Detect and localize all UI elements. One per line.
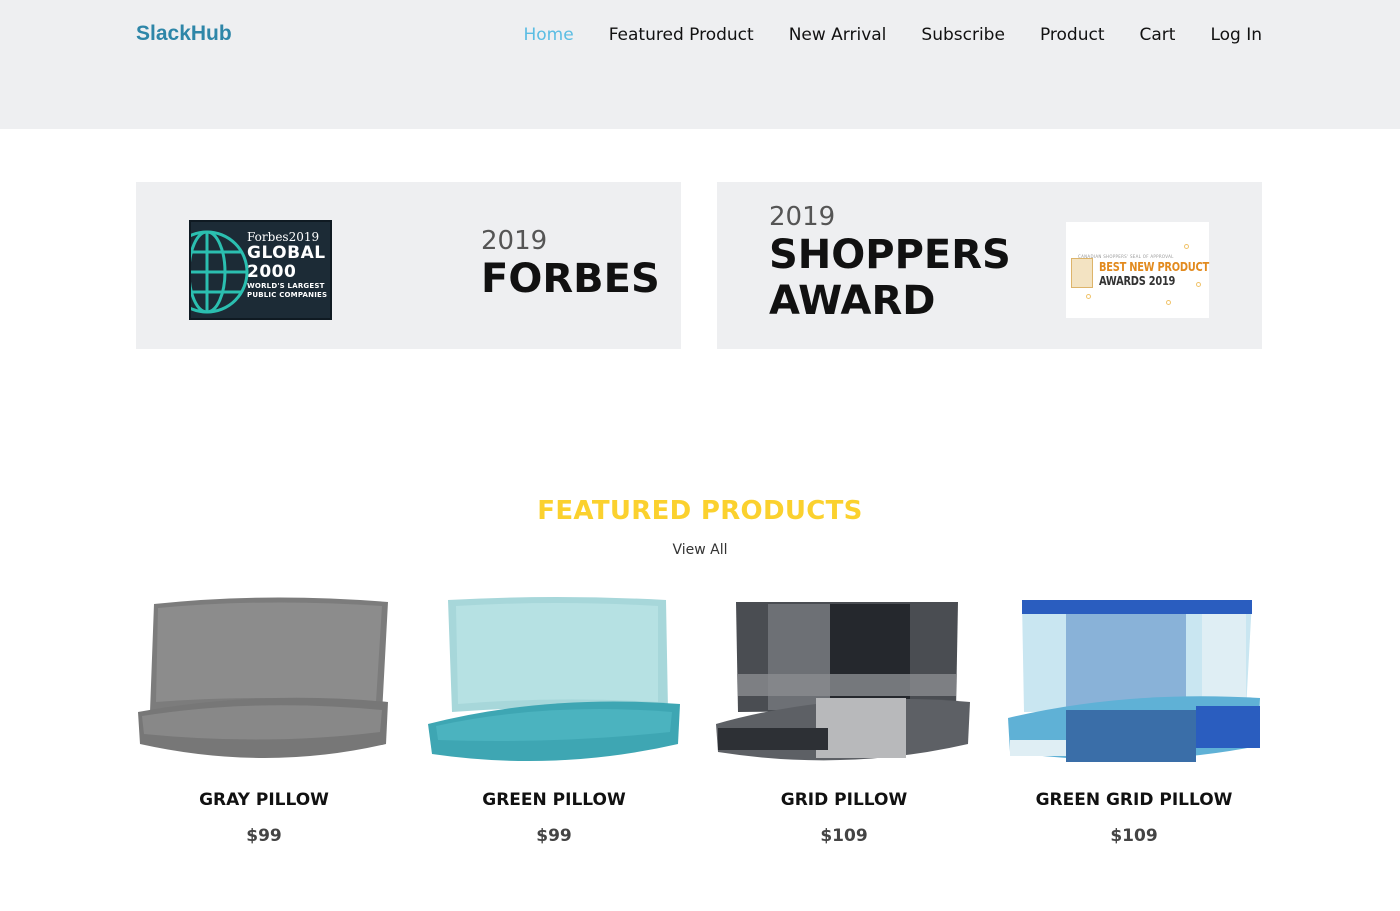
award-title: FORBES <box>481 256 660 302</box>
forbes-badge-subtitle1: WORLD'S LARGEST <box>247 282 325 290</box>
forbes-badge-subtitle2: PUBLIC COMPANIES <box>247 291 328 299</box>
decor-dot <box>1184 244 1189 249</box>
nav-subscribe[interactable]: Subscribe <box>921 23 1005 47</box>
product-name[interactable]: GRAY PILLOW <box>136 790 392 810</box>
grid-pillow-image[interactable] <box>716 594 972 770</box>
nav-new-arrival[interactable]: New Arrival <box>789 23 887 47</box>
site-header: SlackHub Home Featured Product New Arriv… <box>0 0 1400 129</box>
product-name[interactable]: GREEN PILLOW <box>426 790 682 810</box>
view-all-link[interactable]: View All <box>0 542 1400 558</box>
main-nav: Home Featured Product New Arrival Subscr… <box>524 23 1263 47</box>
decor-dot <box>1086 294 1091 299</box>
site-logo[interactable]: SlackHub <box>136 22 232 46</box>
forbes-global-2000-logo: Forbes2019 GLOBAL 2000 WORLD'S LARGEST P… <box>189 220 332 320</box>
award-card-forbes: Forbes2019 GLOBAL 2000 WORLD'S LARGEST P… <box>136 182 681 349</box>
gray-pillow-image[interactable] <box>136 594 392 770</box>
nav-cart[interactable]: Cart <box>1139 23 1175 47</box>
green-grid-pillow-image[interactable] <box>1006 594 1262 770</box>
product-price: $109 <box>1110 826 1158 846</box>
award-badge-line2: AWARDS 2019 <box>1099 274 1176 288</box>
product-name[interactable]: GRID PILLOW <box>716 790 972 810</box>
forbes-badge-brand: Forbes2019 <box>247 230 320 244</box>
nav-product[interactable]: Product <box>1040 23 1105 47</box>
award-year: 2019 <box>481 226 548 256</box>
award-title-line1: SHOPPERS <box>769 232 1011 278</box>
award-year: 2019 <box>769 202 836 232</box>
product-name[interactable]: GREEN GRID PILLOW <box>1006 790 1262 810</box>
forbes-badge-global: GLOBAL <box>247 243 326 263</box>
featured-products-heading: FEATURED PRODUCTS <box>537 496 863 526</box>
green-pillow-image[interactable] <box>426 594 682 770</box>
nav-featured-product[interactable]: Featured Product <box>609 23 754 47</box>
best-new-product-award-logo: CANADIAN SHOPPERS' SEAL OF APPROVAL BEST… <box>1066 222 1209 318</box>
product-price: $99 <box>536 826 572 846</box>
nav-home[interactable]: Home <box>524 23 574 47</box>
decor-dot <box>1166 300 1171 305</box>
award-badge-line1: BEST NEW PRODUCT <box>1099 260 1209 274</box>
forbes-badge-2000: 2000 <box>247 262 297 282</box>
product-price: $99 <box>246 826 282 846</box>
award-title-line2: AWARD <box>769 278 936 324</box>
award-card-shoppers: 2019 SHOPPERS AWARD CANADIAN SHOPPERS' S… <box>717 182 1262 349</box>
product-price: $109 <box>820 826 868 846</box>
nav-log-in[interactable]: Log In <box>1210 23 1262 47</box>
award-seal-icon <box>1071 258 1093 288</box>
